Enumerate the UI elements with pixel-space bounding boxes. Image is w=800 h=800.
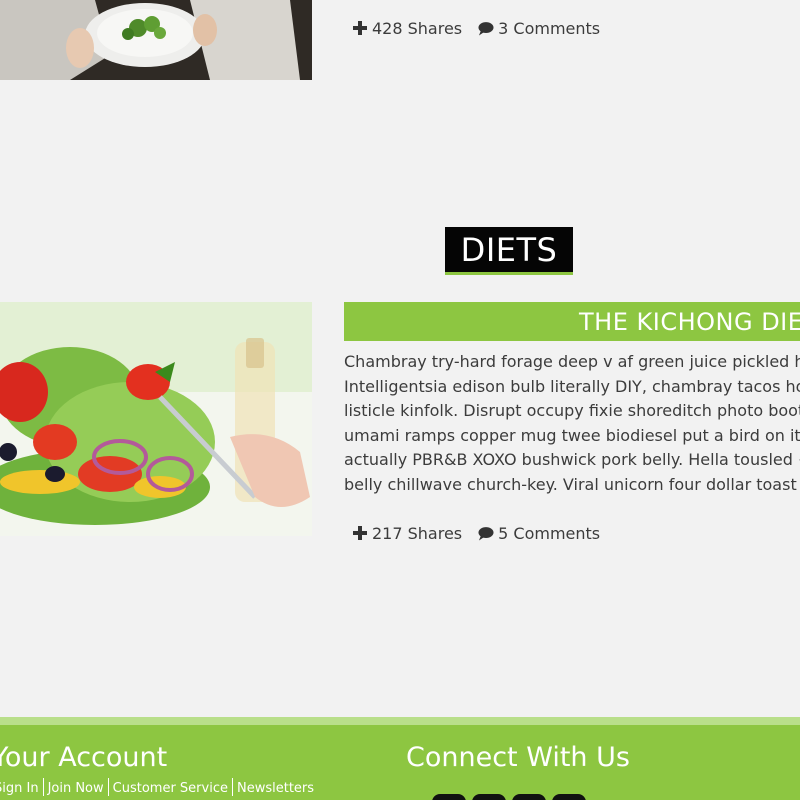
- footer: Your Account Connect With Us Sign In Joi…: [0, 725, 800, 800]
- share-count-text: 217 Shares: [372, 523, 463, 543]
- comment-count[interactable]: 5 Comments: [478, 524, 600, 543]
- comment-count[interactable]: 3 Comments: [478, 19, 600, 38]
- footer-link-join-now[interactable]: Join Now: [42, 778, 108, 796]
- plus-icon: [352, 525, 368, 541]
- social-instagram-icon[interactable]: [552, 794, 586, 800]
- footer-link-customer-service[interactable]: Customer Service: [107, 778, 232, 796]
- social-facebook-icon[interactable]: [432, 794, 466, 800]
- plus-icon: [352, 20, 368, 36]
- post-top-meta: 428 Shares 3 Comments: [352, 17, 600, 39]
- article-body-line: Intelligentsia edison bulb literally DIY…: [344, 376, 800, 396]
- post-image-top[interactable]: [0, 0, 312, 80]
- comment-count-text: 3 Comments: [498, 18, 601, 38]
- footer-link-newsletters[interactable]: Newsletters: [231, 778, 318, 796]
- comment-icon: [478, 525, 494, 541]
- footer-account-heading: Your Account: [0, 742, 168, 773]
- social-pinterest-icon[interactable]: [512, 794, 546, 800]
- footer-account-links: Sign In Join Now Customer Service Newsle…: [0, 778, 318, 796]
- article-image[interactable]: [0, 302, 312, 536]
- article-body-line: listicle kinfolk. Disrupt occupy fixie s…: [344, 401, 800, 421]
- social-icons: [432, 794, 586, 800]
- comment-icon: [478, 20, 494, 36]
- article-body-line: belly chillwave church-key. Viral unicor…: [344, 474, 800, 494]
- article-body-line: umami ramps copper mug twee biodiesel pu…: [344, 425, 800, 445]
- share-count[interactable]: 428 Shares: [352, 19, 462, 38]
- article-title[interactable]: THE KICHONG DIET: [344, 302, 800, 341]
- footer-divider-strip: [0, 717, 800, 725]
- section-title: DIETS: [445, 227, 573, 275]
- comment-count-text: 5 Comments: [498, 523, 601, 543]
- article-body: Chambray try-hard forage deep v af green…: [344, 350, 800, 498]
- article-body-line: actually PBR&B XOXO bushwick pork belly.…: [344, 450, 800, 470]
- article-meta: 217 Shares 5 Comments: [352, 522, 600, 544]
- article-body-line: Chambray try-hard forage deep v af green…: [344, 352, 800, 371]
- social-twitter-icon[interactable]: [472, 794, 506, 800]
- footer-connect-heading: Connect With Us: [406, 742, 630, 773]
- share-count-text: 428 Shares: [372, 18, 463, 38]
- share-count[interactable]: 217 Shares: [352, 524, 462, 543]
- footer-link-sign-in[interactable]: Sign In: [0, 778, 43, 796]
